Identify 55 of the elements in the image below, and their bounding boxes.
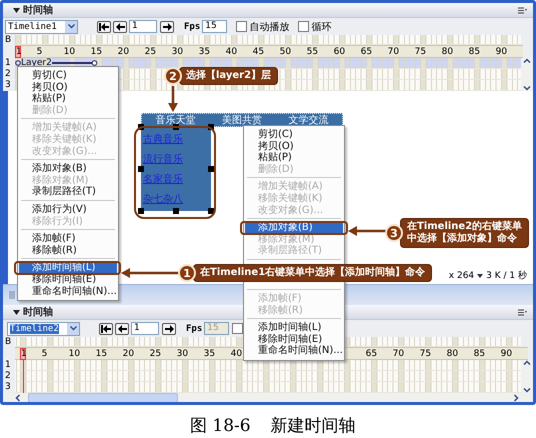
frame-number: 30	[176, 348, 190, 358]
frame-number: 85	[468, 46, 482, 56]
row-number: 1	[4, 58, 12, 69]
fps-label: Fps	[186, 324, 202, 334]
panel-title: 时间轴	[23, 306, 53, 319]
frame-number: 75	[420, 348, 432, 358]
frame-number: 5	[36, 46, 44, 56]
frame-number: 10	[64, 46, 76, 56]
frame-number: 15	[96, 348, 108, 358]
callout-label: 选择【layer2】层	[179, 67, 278, 85]
fps-label: Fps	[184, 22, 200, 32]
row-number: 2	[4, 371, 12, 382]
checkbox-label: 循环	[311, 20, 332, 34]
frame-number: 60	[334, 46, 346, 56]
frame-number: 85	[474, 348, 486, 358]
status-download-size: 3 K / 1 秒	[486, 270, 527, 282]
frame-number: 25	[144, 46, 158, 56]
frame-number: 1	[20, 348, 28, 360]
frame-number: 30	[172, 46, 184, 56]
row-number: 3	[4, 382, 12, 393]
frame-number: 20	[122, 348, 136, 358]
frame-number: 25	[150, 348, 162, 358]
frame-number: 45	[252, 46, 266, 56]
behavior-channel-label: B	[4, 337, 12, 347]
frame-number: 80	[446, 348, 460, 358]
frame-number: 65	[360, 46, 374, 56]
frame-number: 40	[230, 348, 244, 358]
callout-label: 在Timeline1右键菜单中选择【添加时间轴】命令	[193, 264, 432, 282]
checkbox-label: 自动播放	[249, 20, 290, 34]
frame-number: 70	[392, 348, 406, 358]
row-number: 1	[4, 360, 12, 371]
frame-number: 1	[15, 46, 23, 58]
figure-number: 图 18-6	[190, 415, 251, 437]
row-number: 2	[4, 69, 12, 80]
frame-number: 90	[496, 46, 508, 56]
frame-number: 75	[414, 46, 428, 56]
status-dimensions: x 264	[448, 270, 474, 280]
behavior-channel-label: B	[4, 35, 12, 45]
frame-number: 35	[204, 348, 216, 358]
frame-number: 15	[90, 46, 104, 56]
frame-number: 35	[198, 46, 212, 56]
frame-number: 50	[280, 46, 292, 56]
frame-number: 5	[42, 348, 48, 358]
row-number: 3	[4, 80, 12, 91]
figure-caption: 新建时间轴	[270, 415, 356, 437]
frame-number: 80	[442, 46, 454, 56]
frame-number: 65	[366, 348, 378, 358]
frame-number: 10	[68, 348, 82, 358]
frame-number: 70	[388, 46, 400, 56]
panel-title: 时间轴	[23, 4, 53, 17]
callout-label: 在Timeline2的右键菜单 中选择【添加对象】命令	[400, 218, 530, 248]
frame-number: 20	[118, 46, 130, 56]
frame-number: 55	[306, 46, 320, 56]
frame-number: 40	[226, 46, 238, 56]
frame-number: 90	[500, 348, 514, 358]
